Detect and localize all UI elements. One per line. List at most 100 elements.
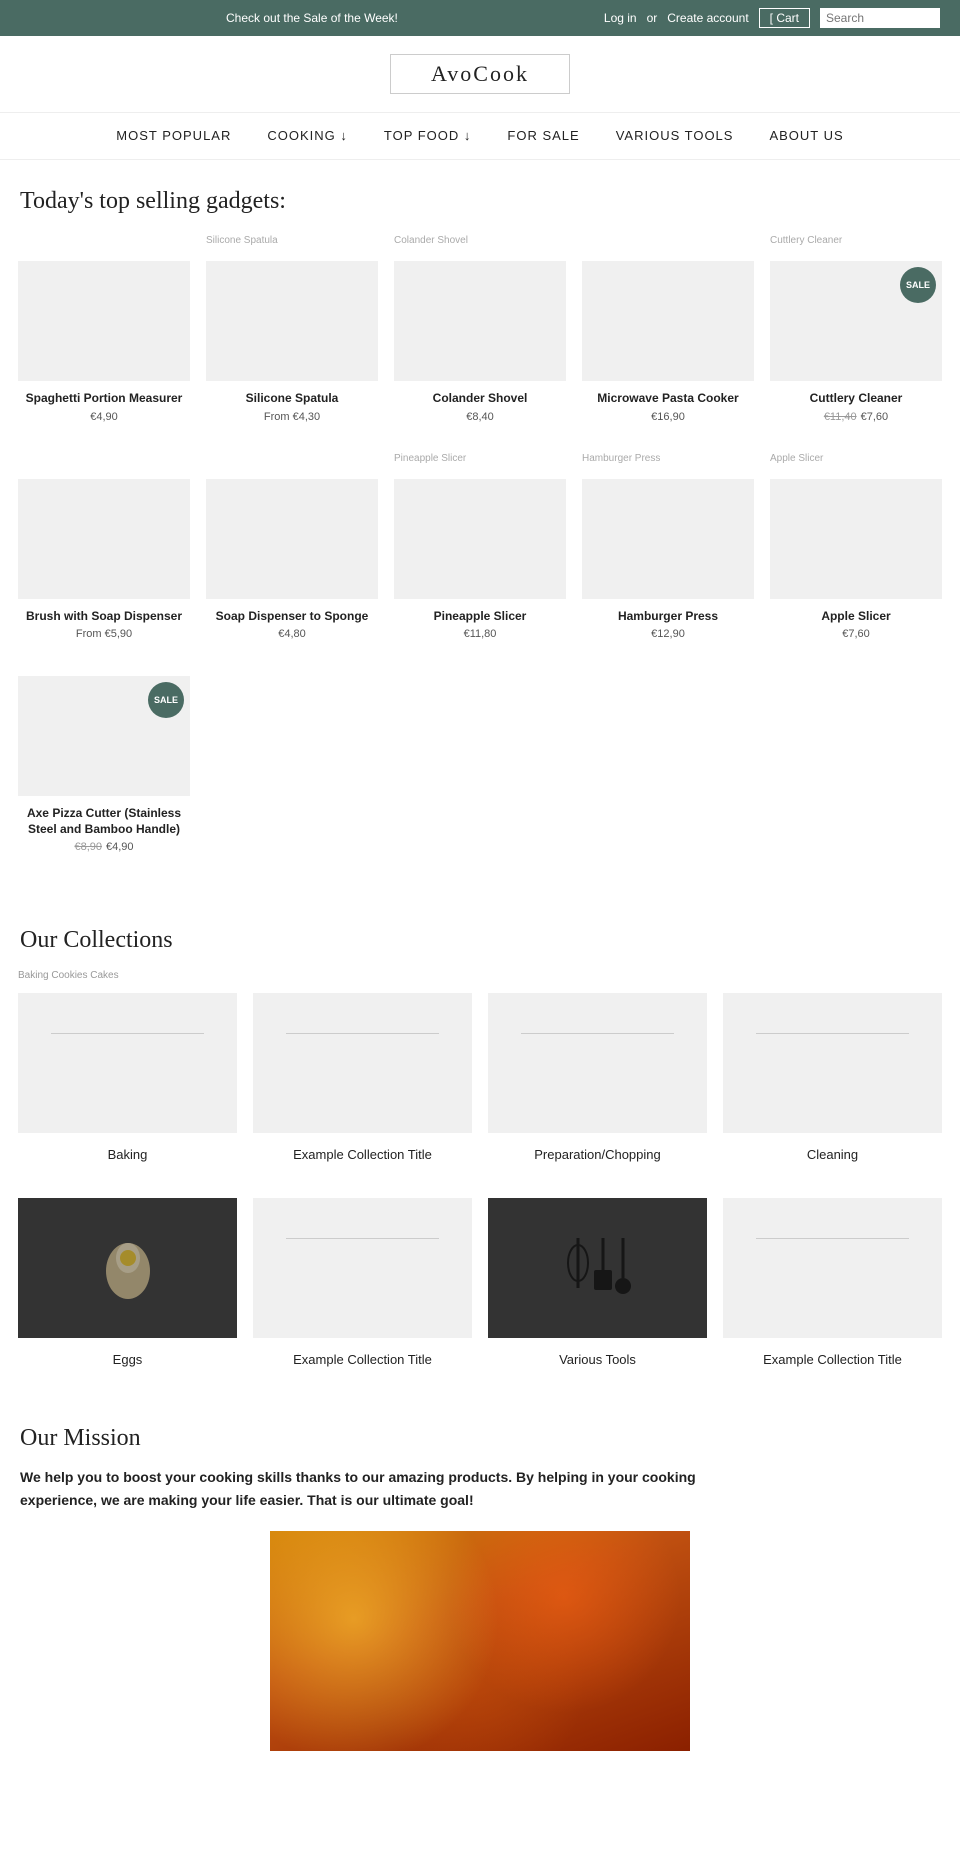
collection-img-prep — [488, 993, 707, 1133]
product-price-cuttlery: €11,40€7,60 — [824, 411, 888, 423]
product-apple[interactable]: Apple Slicer €7,60 — [762, 469, 950, 657]
collections-row1: Baking Example Collection Title Preparat… — [0, 985, 960, 1170]
login-link[interactable]: Log in — [604, 11, 637, 25]
original-price-cuttlery: €11,40 — [824, 411, 857, 423]
collection-example3[interactable]: Example Collection Title — [715, 1190, 950, 1375]
collection-name-prep: Preparation/Chopping — [534, 1147, 660, 1162]
label-colander: Colander Shovel — [386, 231, 574, 251]
label-hamburger: Hamburger Press — [574, 449, 762, 469]
product-name-axe: Axe Pizza Cutter (Stainless Steel and Ba… — [18, 806, 190, 837]
collection-eggs[interactable]: Eggs — [10, 1190, 245, 1375]
sale-badge-cuttlery: SALE — [900, 267, 936, 303]
collection-name-example2: Example Collection Title — [293, 1352, 432, 1367]
product-img-soap — [206, 479, 378, 599]
nav-various-tools[interactable]: VARIOUS TOOLS — [616, 128, 734, 143]
products-row1: Spaghetti Portion Measurer €4,90 Silicon… — [0, 251, 960, 439]
original-price-axe: €8,90 — [74, 841, 102, 853]
product-price-spaghetti: €4,90 — [90, 411, 118, 423]
label-pineapple: Pineapple Slicer — [386, 449, 574, 469]
mission-text: We help you to boost your cooking skills… — [20, 1466, 740, 1511]
product-img-axe: SALE — [18, 676, 190, 796]
product-colander[interactable]: Colander Shovel €8,40 — [386, 251, 574, 439]
row1-labels: Silicone Spatula Colander Shovel Cuttler… — [0, 231, 960, 251]
collection-name-example3: Example Collection Title — [763, 1352, 902, 1367]
product-spatula[interactable]: Silicone Spatula From €4,30 — [198, 251, 386, 439]
product-pineapple[interactable]: Pineapple Slicer €11,80 — [386, 469, 574, 657]
cart-button[interactable]: [ Cart — [759, 8, 810, 28]
product-price-spatula: From €4,30 — [264, 411, 320, 423]
product-price-hamburger: €12,90 — [651, 628, 685, 640]
mission-image-inner — [270, 1531, 690, 1751]
create-account-link[interactable]: Create account — [667, 11, 748, 25]
or-text: or — [647, 11, 658, 25]
divider-baking — [51, 1033, 204, 1034]
collection-name-baking: Baking — [108, 1147, 148, 1162]
header: AvoCook — [0, 36, 960, 102]
product-img-cuttlery: SALE — [770, 261, 942, 381]
collection-name-eggs: Eggs — [113, 1352, 143, 1367]
product-pasta[interactable]: Microwave Pasta Cooker €16,90 — [574, 251, 762, 439]
product-price-soap: €4,80 — [278, 628, 306, 640]
product-name-soap: Soap Dispenser to Sponge — [216, 609, 369, 625]
divider-example3 — [756, 1238, 909, 1239]
nav-top-food[interactable]: TOP FOOD ↓ — [384, 128, 472, 143]
product-img-pasta — [582, 261, 754, 381]
search-input[interactable] — [820, 8, 940, 28]
product-name-spatula: Silicone Spatula — [246, 391, 339, 407]
logo-box: AvoCook — [390, 54, 570, 94]
product-price-axe: €8,90€4,90 — [74, 841, 133, 853]
product-img-spaghetti — [18, 261, 190, 381]
promo-text: Check out the Sale of the Week! — [20, 11, 604, 25]
collection-img-baking — [18, 993, 237, 1133]
collection-img-example2 — [253, 1198, 472, 1338]
collection-img-eggs — [18, 1198, 237, 1338]
product-img-apple — [770, 479, 942, 599]
product-brush[interactable]: Brush with Soap Dispenser From €5,90 — [10, 469, 198, 657]
collection-cleaning[interactable]: Cleaning — [715, 985, 950, 1170]
product-axe[interactable]: SALE Axe Pizza Cutter (Stainless Steel a… — [10, 666, 198, 869]
nav-most-popular[interactable]: MOST POPULAR — [116, 128, 231, 143]
divider-example1 — [286, 1033, 439, 1034]
product-img-spatula — [206, 261, 378, 381]
label-cuttlery: Cuttlery Cleaner — [762, 231, 950, 251]
collection-img-cleaning — [723, 993, 942, 1133]
row2-labels: Pineapple Slicer Hamburger Press Apple S… — [0, 449, 960, 469]
product-cuttlery[interactable]: SALE Cuttlery Cleaner €11,40€7,60 — [762, 251, 950, 439]
divider-prep — [521, 1033, 674, 1034]
divider-example2 — [286, 1238, 439, 1239]
nav-for-sale[interactable]: FOR SALE — [507, 128, 579, 143]
collection-baking[interactable]: Baking — [10, 985, 245, 1170]
top-selling-title: Today's top selling gadgets: — [20, 188, 940, 215]
product-name-apple: Apple Slicer — [821, 609, 890, 625]
products-row2: Brush with Soap Dispenser From €5,90 Soa… — [0, 469, 960, 657]
collections-title: Our Collections — [20, 927, 940, 954]
product-price-colander: €8,40 — [466, 411, 494, 423]
product-price-brush: From €5,90 — [76, 628, 132, 640]
label-soap — [198, 449, 386, 469]
collection-img-tools — [488, 1198, 707, 1338]
nav-about-us[interactable]: ABOUT US — [769, 128, 843, 143]
collection-tools[interactable]: Various Tools — [480, 1190, 715, 1375]
baking-label: Baking Cookies Cakes — [0, 970, 960, 981]
product-name-cuttlery: Cuttlery Cleaner — [810, 391, 903, 407]
label-spaghetti — [10, 231, 198, 251]
collections-section: Our Collections Baking Cookies Cakes Bak… — [0, 889, 960, 1395]
product-img-pineapple — [394, 479, 566, 599]
product-hamburger[interactable]: Hamburger Press €12,90 — [574, 469, 762, 657]
collection-example2[interactable]: Example Collection Title — [245, 1190, 480, 1375]
nav-cooking[interactable]: COOKING ↓ — [267, 128, 348, 143]
collection-prep[interactable]: Preparation/Chopping — [480, 985, 715, 1170]
collections-row2: Eggs Example Collection Title — [0, 1190, 960, 1375]
label-pasta — [574, 231, 762, 251]
product-price-pineapple: €11,80 — [464, 628, 497, 640]
mission-image — [270, 1531, 690, 1751]
product-img-hamburger — [582, 479, 754, 599]
product-spaghetti[interactable]: Spaghetti Portion Measurer €4,90 — [10, 251, 198, 439]
promo-message: Check out the Sale of the Week! — [226, 11, 398, 25]
product-price-pasta: €16,90 — [651, 411, 685, 423]
product-price-apple: €7,60 — [842, 628, 870, 640]
logo: AvoCook — [431, 61, 529, 87]
product-soap[interactable]: Soap Dispenser to Sponge €4,80 — [198, 469, 386, 657]
label-brush — [10, 449, 198, 469]
collection-example1[interactable]: Example Collection Title — [245, 985, 480, 1170]
